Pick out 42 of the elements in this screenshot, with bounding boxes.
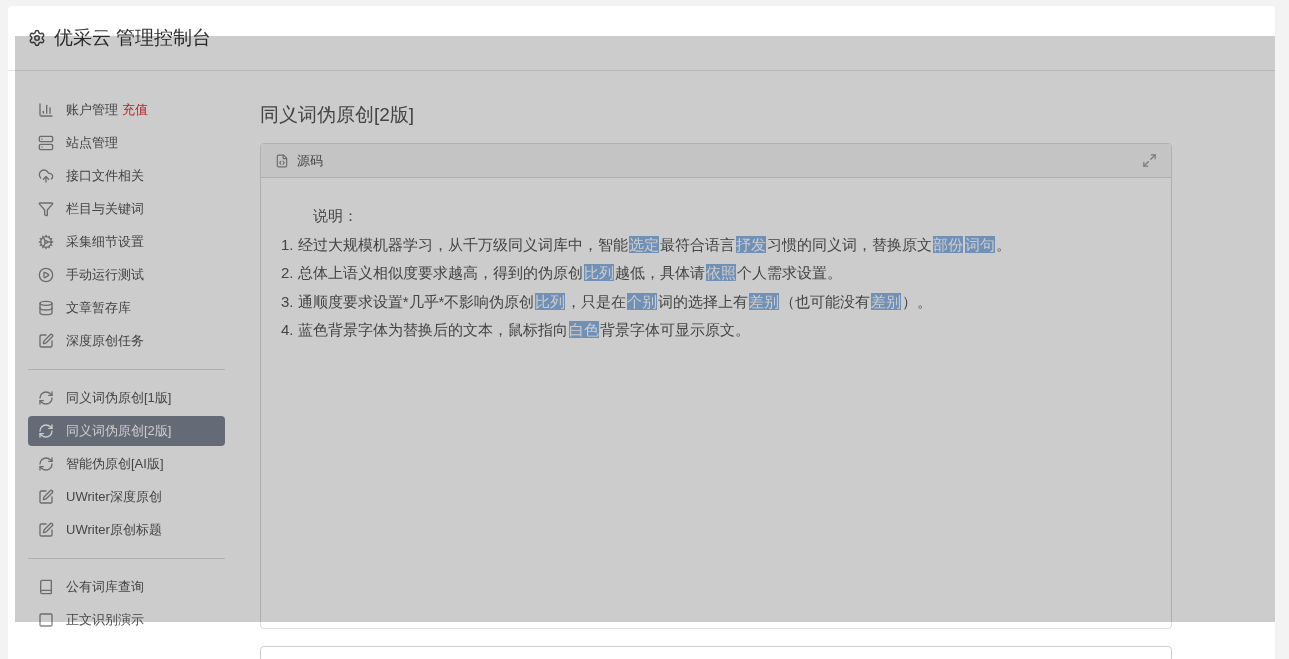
gears-icon: [38, 233, 54, 250]
instruction-line: 2. 总体上语义相似度要求越高，得到的伪原创比列越低，具体请依照个人需求设置。: [281, 263, 843, 283]
sidebar-item[interactable]: 站点管理: [28, 127, 225, 158]
filter-icon: [38, 200, 54, 217]
refresh-icon: [38, 422, 54, 439]
fullscreen-icon[interactable]: [1142, 153, 1157, 168]
sidebar-item[interactable]: 采集细节设置: [28, 226, 225, 257]
app-title: 优采云 管理控制台: [54, 25, 212, 50]
sidebar-item[interactable]: 同义词伪原创[2版]: [28, 415, 225, 446]
chart-icon: [38, 101, 54, 118]
sidebar-item[interactable]: UWriter深度原创: [28, 481, 225, 512]
refresh-icon: [38, 455, 54, 472]
sidebar-item[interactable]: 文章暂存库: [28, 292, 225, 323]
edit-icon: [38, 332, 54, 349]
sidebar-item[interactable]: 同义词伪原创[1版]: [28, 382, 225, 413]
cloud-upload-icon: [38, 167, 54, 184]
sidebar-item[interactable]: 公有词库查询: [28, 571, 225, 602]
refresh-icon: [38, 389, 54, 406]
edit-icon: [38, 488, 54, 505]
edit-icon: [38, 521, 54, 538]
database-icon: [38, 299, 54, 316]
square-icon: [38, 611, 54, 628]
panel-title: 源码: [297, 151, 323, 170]
instruction-line: 3. 通顺度要求设置*几乎*不影响伪原创比列，只是在个别词的选择上有差别（也可能没有差别）。: [281, 291, 934, 312]
instruction-line: 1. 经过大规模机器学习，从千万级同义词库中，智能选定最符合语言抒发习惯的同义词，替换原文部份词句。: [281, 234, 1012, 255]
sidebar-item[interactable]: 智能伪原创[AI版]: [28, 448, 225, 479]
intro-text: 说明：: [312, 206, 359, 226]
sidebar-item[interactable]: 账户管理 充值: [28, 94, 225, 125]
page-heading: 同义词伪原创[2版]: [260, 102, 416, 127]
sidebar-item[interactable]: 正文识别演示: [28, 604, 225, 635]
sidebar-item[interactable]: 栏目与关键词: [28, 193, 225, 224]
sidebar-item[interactable]: 接口文件相关: [28, 160, 225, 191]
book-icon: [38, 578, 54, 595]
instruction-line: 4. 蓝色背景字体为替换后的文本，鼠标指向 白色背景字体可显示原文。: [281, 320, 751, 340]
play-icon: [38, 266, 54, 283]
code-file-icon: [275, 153, 289, 168]
settings-icon: [28, 28, 46, 47]
server-icon: [38, 134, 54, 151]
sidebar-item[interactable]: 深度原创任务: [28, 325, 225, 356]
sidebar-item[interactable]: 手动运行测试: [28, 259, 225, 290]
recharge-link[interactable]: 充值: [122, 99, 148, 120]
sidebar-item[interactable]: UWriter原创标题: [28, 514, 225, 545]
